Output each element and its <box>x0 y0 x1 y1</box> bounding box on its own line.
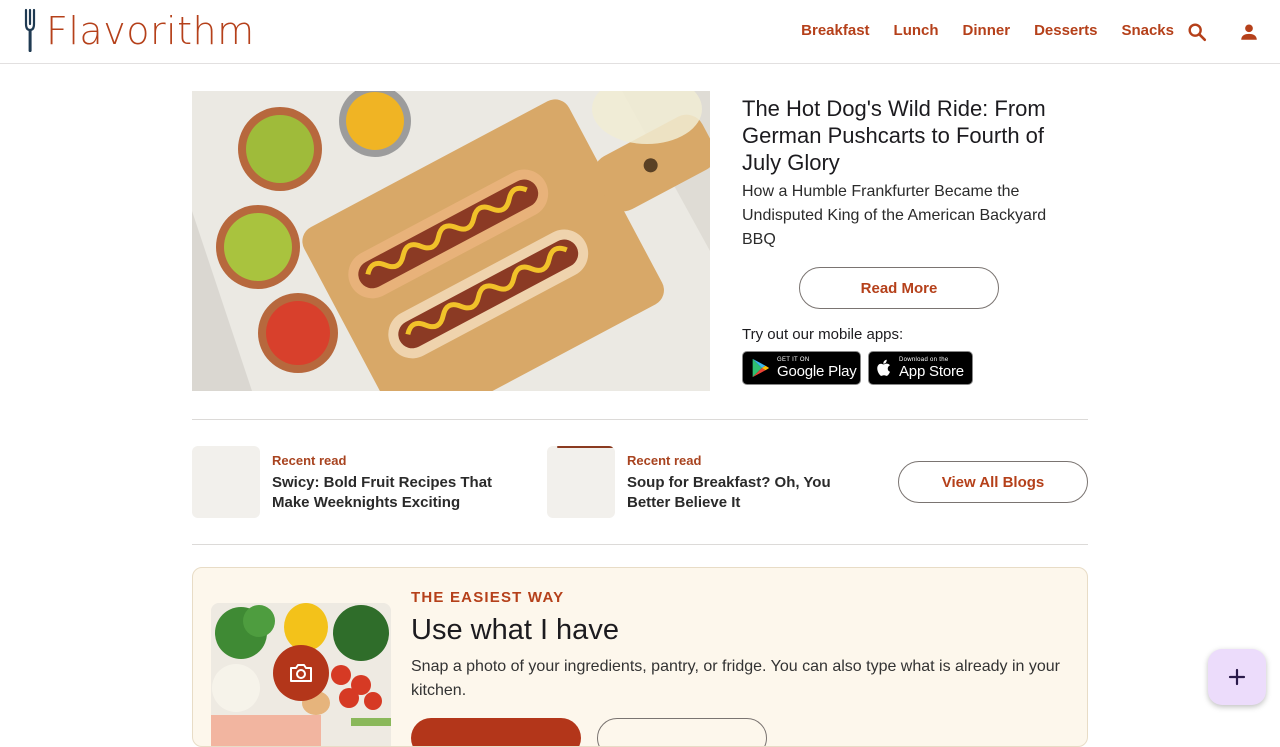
hero-image[interactable] <box>192 91 710 391</box>
main-nav: Breakfast Lunch Dinner Desserts Snacks <box>777 20 1174 42</box>
hero-title[interactable]: The Hot Dog's Wild Ride: From German Pus… <box>742 95 1082 176</box>
search-icon <box>1188 23 1207 42</box>
google-play-big-text: Google Play <box>777 363 857 380</box>
nav-item-dinner[interactable]: Dinner <box>963 20 1011 42</box>
recent-read-tag: Recent read <box>627 453 702 468</box>
nav-item-desserts[interactable]: Desserts <box>1034 20 1097 42</box>
section-divider <box>192 419 1088 420</box>
google-play-icon <box>752 358 770 378</box>
view-all-blogs-button[interactable]: View All Blogs <box>898 461 1088 503</box>
section-divider <box>192 544 1088 545</box>
account-button[interactable] <box>1235 18 1263 46</box>
ingredients-image <box>211 603 391 746</box>
camera-button[interactable] <box>273 645 329 701</box>
app-store-big-text: App Store <box>899 363 964 380</box>
top-app-bar: Flavorithm Breakfast Lunch Dinner Desser… <box>0 0 1280 64</box>
recent-read-thumbnail <box>192 446 260 518</box>
promo-title: Use what I have <box>411 614 619 646</box>
nav-item-snacks[interactable]: Snacks <box>1121 20 1174 42</box>
search-button[interactable] <box>1183 18 1211 46</box>
use-what-i-have-card: THE EASIEST WAY Use what I have Snap a p… <box>192 567 1088 747</box>
recent-read-tag: Recent read <box>272 453 347 468</box>
camera-icon <box>290 664 312 682</box>
recent-read-item[interactable]: Recent read Soup for Breakfast? Oh, You … <box>547 446 877 518</box>
recent-read-thumbnail <box>547 446 615 518</box>
mobile-apps-label: Try out our mobile apps: <box>742 326 904 343</box>
recent-read-item[interactable]: Recent read Swicy: Bold Fruit Recipes Th… <box>192 446 532 518</box>
add-fab-button[interactable] <box>1208 649 1266 705</box>
person-icon <box>1241 24 1257 40</box>
google-play-badge[interactable]: GET IT ON Google Play <box>742 351 861 385</box>
brand-name: Flavorithm <box>46 9 255 53</box>
recent-read-title[interactable]: Soup for Breakfast? Oh, You Better Belie… <box>627 473 877 513</box>
promo-primary-button[interactable] <box>411 718 581 746</box>
hero-subtitle: How a Humble Frankfurter Became the Undi… <box>742 183 1047 248</box>
promo-eyebrow: THE EASIEST WAY <box>411 589 565 606</box>
app-store-badge[interactable]: Download on the App Store <box>868 351 973 385</box>
recent-read-title[interactable]: Swicy: Bold Fruit Recipes That Make Week… <box>272 473 532 513</box>
read-more-button[interactable]: Read More <box>799 267 999 309</box>
nav-item-lunch[interactable]: Lunch <box>894 20 939 42</box>
plus-icon <box>1228 668 1246 686</box>
hot-dog-image <box>192 91 710 391</box>
promo-secondary-button[interactable] <box>597 718 767 746</box>
brand-logo[interactable]: Flavorithm <box>22 8 255 54</box>
fork-icon <box>24 8 36 52</box>
promo-description: Snap a photo of your ingredients, pantry… <box>411 658 1060 699</box>
nav-item-breakfast[interactable]: Breakfast <box>801 20 869 42</box>
apple-icon <box>877 359 890 376</box>
